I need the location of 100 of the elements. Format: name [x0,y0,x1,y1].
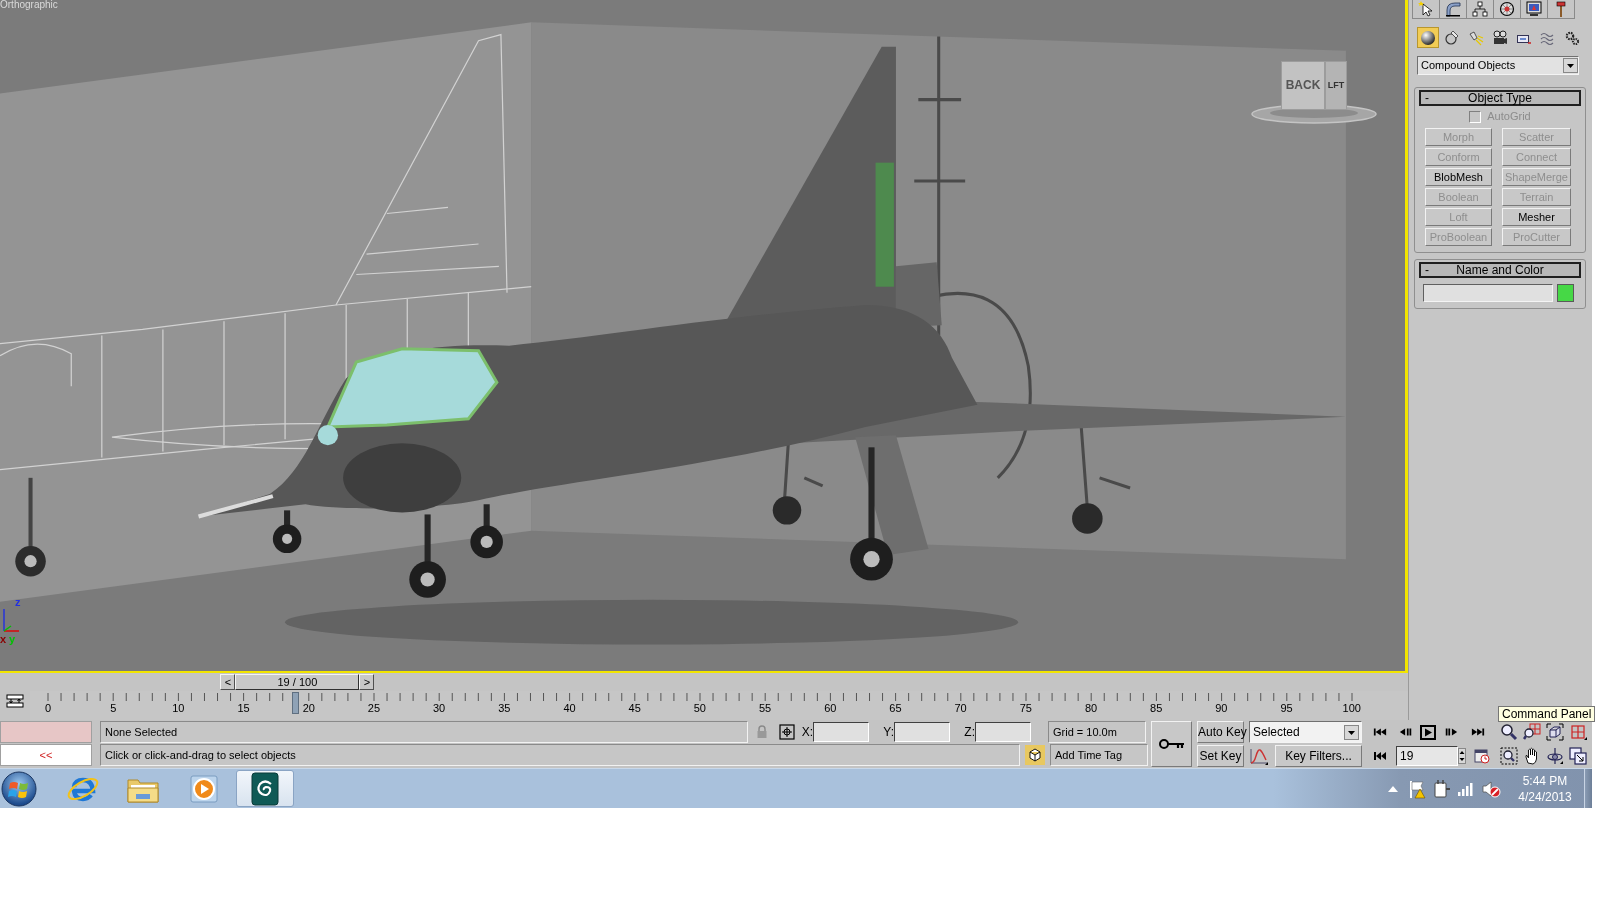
orbit-icon[interactable] [1546,747,1564,765]
object-color-swatch[interactable] [1557,284,1574,302]
add-time-tag-field[interactable]: Add Time Tag [1050,744,1148,766]
coordinate-field[interactable] [975,722,1031,742]
coordinate-label: Y: [882,724,894,740]
taskbar-button[interactable] [236,770,294,807]
ruler-label: 40 [563,702,576,715]
skip-to-start-icon[interactable] [1373,726,1387,738]
previous-frame-button[interactable]: < [220,674,236,690]
rollout-title: Name and Color [1455,264,1545,276]
rollout-header[interactable]: - Object Type [1419,90,1581,106]
ruler-label: 5 [110,702,117,715]
play-icon[interactable] [1420,724,1436,740]
ruler-label: 10 [172,702,185,715]
key-button[interactable] [1151,721,1192,767]
ruler-label: 75 [1019,702,1032,715]
script-listener-field[interactable]: << [0,744,92,766]
ruler-label: 80 [1084,702,1098,715]
key-set-dropdown[interactable]: Selected [1249,721,1362,743]
panel-tab[interactable] [1412,0,1440,19]
viewcube-side-face[interactable]: LFT [1325,61,1347,110]
maximize-toggle-icon[interactable] [1569,747,1587,765]
ruler-label: 65 [889,702,902,715]
ruler-label: 0 [44,702,52,715]
signal-bars-icon[interactable] [1457,781,1475,796]
crosshair-square-icon[interactable] [779,724,795,740]
selection-status-field: None Selected [100,721,748,743]
panel-tab[interactable] [1439,0,1467,19]
wheel-icon [1499,1,1515,17]
speaker-muted-icon[interactable] [1481,779,1501,798]
plug-icon[interactable] [1433,778,1451,799]
panel-tab[interactable] [1520,0,1548,19]
monitor-icon [1526,1,1542,17]
cube-brackets-icon[interactable] [1546,723,1564,741]
collapse-toggle[interactable]: - [1421,264,1437,276]
time-slider-track[interactable]: < 19 / 100 > [0,673,1408,691]
axis-label: x [0,633,7,645]
magnifier-dashed-box-icon[interactable] [1500,747,1518,765]
zoom-icon[interactable] [1500,723,1518,741]
skip-to-end-icon[interactable] [1471,726,1485,738]
caret-up-icon[interactable] [1388,785,1398,792]
flashlight-icon [1468,29,1484,46]
ruler-label: 50 [693,702,706,715]
object-type-button[interactable]: BlobMesh [1425,168,1492,186]
ruler-label: 70 [954,702,967,715]
cursor-sparkle-icon [1418,1,1434,17]
bend-icon [1445,1,1461,17]
sphere-icon [1420,29,1436,46]
key-filters-button[interactable]: Key Filters... [1275,745,1362,767]
ruler-label: 15 [237,702,250,715]
coordinate-field[interactable] [813,722,869,742]
flag-warning-icon[interactable] [1408,778,1428,799]
object-type-button[interactable]: Mesher [1502,208,1571,226]
magnifier-grid-icon[interactable] [1523,723,1541,741]
ruler-label: 95 [1280,702,1293,715]
command-panel-tooltip: Command Panel [1498,706,1596,722]
axis-label: y [9,633,16,645]
coordinate-field[interactable] [894,722,950,742]
hammer-icon [1553,1,1569,17]
grid-size-field: Grid = 10.0m [1048,721,1146,743]
next-frame-icon[interactable] [1444,726,1458,738]
step-arrows-icon[interactable] [1374,751,1386,761]
ruler-label: 20 [302,702,315,715]
start-orb-icon[interactable] [1,770,37,807]
next-frame-button[interactable]: > [359,674,375,690]
viewcube-back-face[interactable]: BACK [1281,61,1325,110]
axis-tripod-icon [2,608,20,632]
set-key-button[interactable]: Set Key [1197,745,1244,767]
panel-tab[interactable] [1493,0,1521,19]
category-dropdown[interactable]: Compound Objects [1417,56,1579,75]
ruler-label: 60 [824,702,837,715]
spinner-arrows-icon[interactable] [1458,748,1466,764]
film-camera-icon [1492,29,1508,46]
axis-label: z [15,596,21,608]
category-button[interactable] [1417,27,1439,48]
collapse-toggle[interactable]: - [1421,92,1437,104]
rollout-header[interactable]: - Name and Color [1419,262,1581,278]
frame-spinner-field[interactable]: 19 [1396,746,1458,766]
current-frame-marker[interactable] [292,692,300,714]
grid-brackets-icon[interactable] [1569,723,1587,741]
ruler-label: 45 [628,702,641,715]
ruler-label: 85 [1150,702,1163,715]
object-name-field[interactable] [1423,284,1553,302]
ruler-label: 25 [367,702,381,715]
stacked-arrows-icon[interactable] [6,694,24,708]
landing-gear [272,510,302,554]
swirl-logo-icon [251,771,279,806]
script-output-field[interactable] [0,721,92,743]
rollout-title: Object Type [1467,92,1533,104]
coordinate-label: Z: [963,724,975,740]
viewport[interactable]: Orthographic BACK LFT z x y [0,0,1408,673]
clock-window-icon[interactable] [1474,748,1490,764]
caret-icon [1344,724,1359,740]
function-curve-icon[interactable] [1249,746,1269,766]
time-slider-thumb[interactable]: 19 / 100 [235,674,360,690]
ruler-label: 35 [498,702,511,715]
previous-frame-icon[interactable] [1399,726,1413,738]
cube-icon[interactable] [1025,745,1045,765]
panel-tab[interactable] [1466,0,1494,19]
checkbox-label: AutoGrid [1487,109,1531,124]
